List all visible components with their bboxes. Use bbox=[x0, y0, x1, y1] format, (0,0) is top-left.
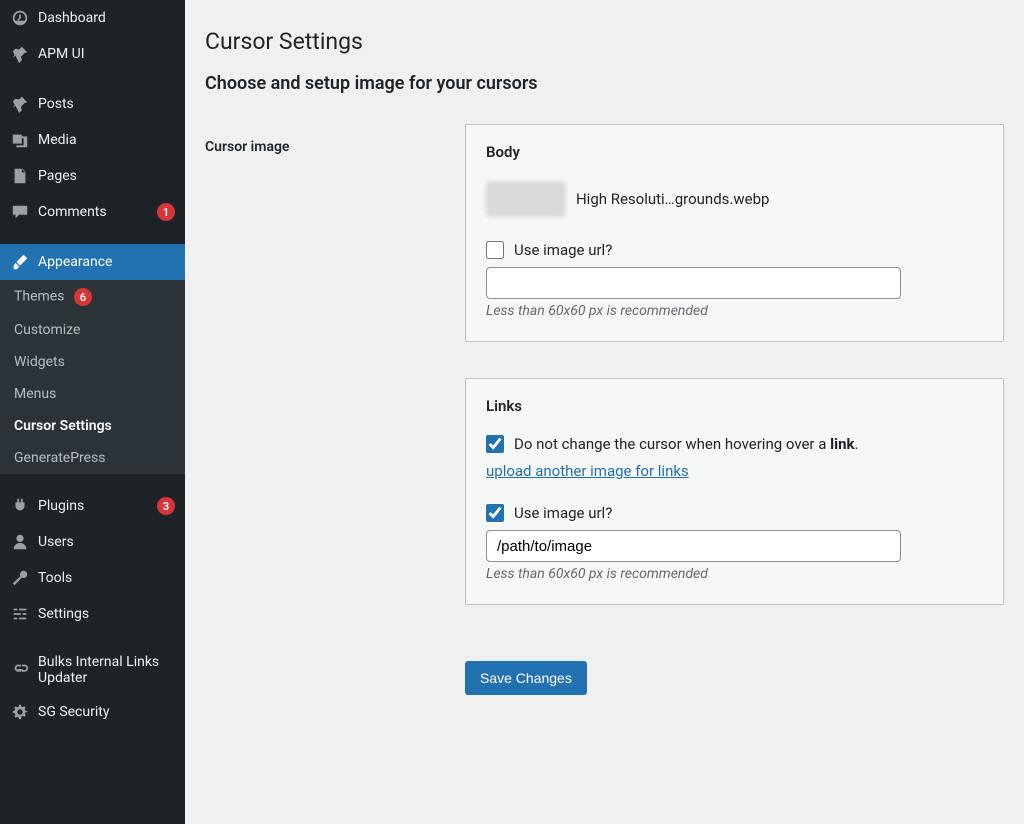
link-icon bbox=[10, 660, 30, 680]
links-use-url-label[interactable]: Use image url? bbox=[514, 504, 612, 522]
sidebar-item-posts[interactable]: Posts bbox=[0, 86, 185, 122]
page-title: Cursor Settings bbox=[205, 28, 1004, 55]
links-use-url-checkbox[interactable] bbox=[486, 504, 504, 522]
comment-icon bbox=[10, 202, 30, 222]
sidebar-label: Appearance bbox=[38, 254, 175, 270]
links-url-hint: Less than 60x60 px is recommended bbox=[486, 566, 983, 582]
links-panel: Links Do not change the cursor when hove… bbox=[465, 378, 1004, 605]
body-url-input[interactable] bbox=[486, 267, 901, 299]
main-content: Cursor Settings Choose and setup image f… bbox=[185, 0, 1024, 824]
body-use-url-label[interactable]: Use image url? bbox=[514, 241, 612, 259]
brush-icon bbox=[10, 252, 30, 272]
sidebar-label: Tools bbox=[38, 570, 175, 586]
gear-icon bbox=[10, 702, 30, 722]
body-use-url-checkbox[interactable] bbox=[486, 241, 504, 259]
body-panel: Body High Resoluti…grounds.webp Use imag… bbox=[465, 124, 1004, 342]
plugin-icon bbox=[10, 496, 30, 516]
links-dont-change-label[interactable]: Do not change the cursor when hovering o… bbox=[514, 435, 858, 453]
sidebar-label: APM UI bbox=[38, 46, 175, 62]
sidebar-item-dashboard[interactable]: Dashboard bbox=[0, 0, 185, 36]
sidebar-item-apm-ui[interactable]: APM UI bbox=[0, 36, 185, 72]
body-url-hint: Less than 60x60 px is recommended bbox=[486, 303, 983, 319]
sidebar-item-comments[interactable]: Comments 1 bbox=[0, 194, 185, 230]
body-panel-title: Body bbox=[486, 143, 983, 161]
user-icon bbox=[10, 532, 30, 552]
settings-icon bbox=[10, 604, 30, 624]
sidebar-label: Comments bbox=[38, 204, 151, 220]
wrench-icon bbox=[10, 568, 30, 588]
sidebar-label: Dashboard bbox=[38, 10, 175, 26]
body-image-thumbnail[interactable] bbox=[486, 181, 566, 217]
sub-item-cursor-settings[interactable]: Cursor Settings bbox=[0, 410, 185, 442]
sidebar-item-plugins[interactable]: Plugins 3 bbox=[0, 488, 185, 524]
page-subtitle: Choose and setup image for your cursors bbox=[205, 73, 1004, 94]
sidebar-item-sg-security[interactable]: SG Security bbox=[0, 694, 185, 730]
sidebar-item-appearance[interactable]: Appearance bbox=[0, 244, 185, 280]
media-icon bbox=[10, 130, 30, 150]
sidebar-label: Posts bbox=[38, 96, 175, 112]
sidebar-item-settings[interactable]: Settings bbox=[0, 596, 185, 632]
links-url-input[interactable] bbox=[486, 530, 901, 562]
sidebar-item-pages[interactable]: Pages bbox=[0, 158, 185, 194]
sidebar-label: Settings bbox=[38, 606, 175, 622]
sub-item-generatepress[interactable]: GeneratePress bbox=[0, 442, 185, 474]
sidebar-label: Pages bbox=[38, 168, 175, 184]
sidebar-item-bulks-internal[interactable]: Bulks Internal Links Updater bbox=[0, 646, 185, 694]
sub-item-widgets[interactable]: Widgets bbox=[0, 346, 185, 378]
sidebar-label: Plugins bbox=[38, 498, 151, 514]
dashboard-icon bbox=[10, 8, 30, 28]
body-image-filename: High Resoluti…grounds.webp bbox=[576, 190, 769, 208]
pin-icon bbox=[10, 44, 30, 64]
themes-badge: 6 bbox=[74, 288, 92, 306]
sub-label: Themes bbox=[14, 289, 64, 305]
sidebar-label: Media bbox=[38, 132, 175, 148]
sub-item-themes[interactable]: Themes 6 bbox=[0, 280, 185, 314]
appearance-submenu: Themes 6 Customize Widgets Menus Cursor … bbox=[0, 280, 185, 474]
pin-icon bbox=[10, 94, 30, 114]
sidebar-item-users[interactable]: Users bbox=[0, 524, 185, 560]
sidebar-item-tools[interactable]: Tools bbox=[0, 560, 185, 596]
sidebar-label: Users bbox=[38, 534, 175, 550]
plugins-badge: 3 bbox=[157, 497, 175, 515]
sidebar-item-media[interactable]: Media bbox=[0, 122, 185, 158]
sidebar-label: Bulks Internal Links Updater bbox=[38, 654, 175, 686]
links-dont-change-checkbox[interactable] bbox=[486, 435, 504, 453]
admin-sidebar: Dashboard APM UI Posts Media Pages Comme… bbox=[0, 0, 185, 824]
save-changes-button[interactable]: Save Changes bbox=[465, 661, 587, 695]
cursor-image-label: Cursor image bbox=[205, 139, 289, 155]
upload-another-image-link[interactable]: upload another image for links bbox=[486, 462, 689, 480]
links-panel-title: Links bbox=[486, 397, 983, 415]
sidebar-label: SG Security bbox=[38, 704, 175, 720]
sub-item-customize[interactable]: Customize bbox=[0, 314, 185, 346]
sub-item-menus[interactable]: Menus bbox=[0, 378, 185, 410]
comments-badge: 1 bbox=[157, 203, 175, 221]
page-icon bbox=[10, 166, 30, 186]
